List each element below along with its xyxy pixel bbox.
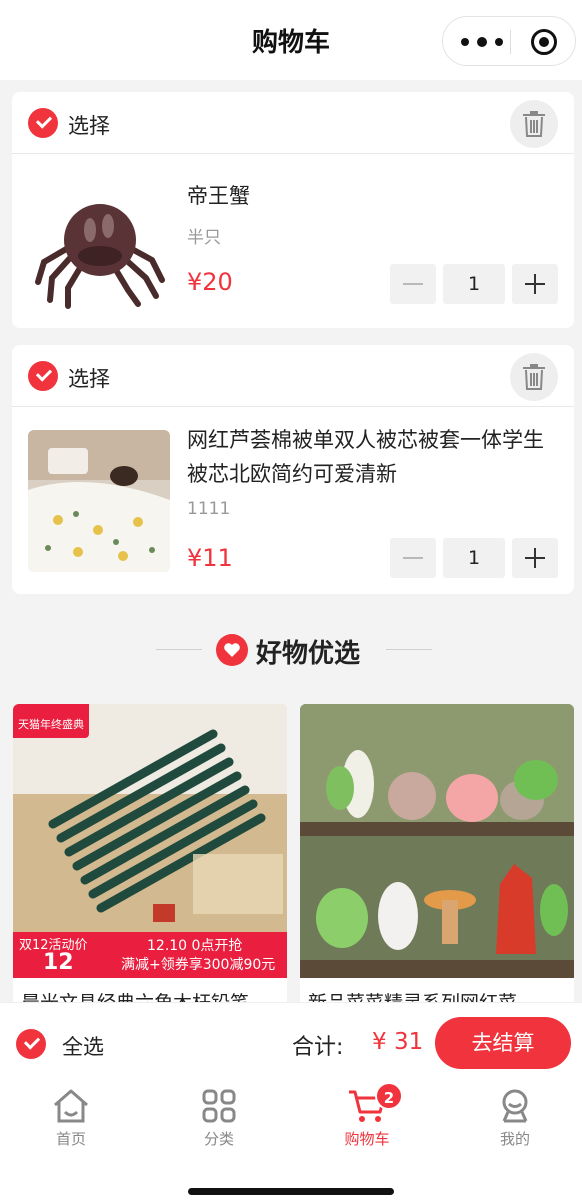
product-name: 帝王蟹 <box>187 184 250 208</box>
promo-price: 12 <box>43 950 74 975</box>
select-checkbox[interactable] <box>28 361 58 391</box>
tab-label: 购物车 <box>344 1130 390 1148</box>
promo-banner: 双12活动价 12 12.10 0点开抢 满减+领券享300减90元 <box>13 932 287 978</box>
quantity-stepper: 1 <box>390 538 558 578</box>
product-image-quilt[interactable] <box>28 430 170 572</box>
total-value: ¥ 31 <box>372 1029 424 1055</box>
capsule-divider <box>510 30 511 54</box>
tab-label: 我的 <box>499 1130 530 1148</box>
quantity-stepper: 1 <box>390 264 558 304</box>
select-label: 选择 <box>68 114 110 138</box>
tab-label: 分类 <box>203 1130 234 1148</box>
product-name: 网红芦荟棉被单双人被芯被套一体学生被芯北欧简约可爱清新 <box>187 428 544 486</box>
tab-category[interactable]: 分类 <box>169 1088 269 1149</box>
delete-button[interactable] <box>510 100 558 148</box>
cart-item: 选择 帝王蟹 半只 ¥20 1 <box>12 92 574 328</box>
delete-button[interactable] <box>510 353 558 401</box>
tab-bar: 首页 分类 2 购物车 我的 <box>0 1082 582 1203</box>
select-all-label[interactable]: 全选 <box>62 1031 104 1061</box>
increase-button[interactable] <box>512 538 558 578</box>
cart-item-header: 选择 <box>12 92 574 154</box>
cart-item-header: 选择 <box>12 345 574 407</box>
increase-button[interactable] <box>512 264 558 304</box>
user-icon <box>502 1089 528 1123</box>
heart-icon <box>216 634 248 666</box>
recommend-section-header: 好物优选 <box>0 630 582 670</box>
product-image-figurines <box>300 704 574 978</box>
tab-profile[interactable]: 我的 <box>465 1088 565 1149</box>
mini-program-capsule <box>442 16 576 66</box>
checkout-bar: 全选 合计: ¥ 31 去结算 <box>0 1002 582 1082</box>
cart-count-badge: 2 <box>375 1082 403 1110</box>
product-spec: 1111 <box>187 499 231 519</box>
divider-line-right <box>386 649 432 650</box>
trash-icon <box>523 111 545 137</box>
decrease-button[interactable] <box>390 264 436 304</box>
product-price: ¥11 <box>187 544 233 572</box>
promo-top-badge: 天猫年终盛典 <box>13 704 89 738</box>
product-spec: 半只 <box>187 228 221 248</box>
quantity-input[interactable]: 1 <box>443 538 505 578</box>
checkout-button[interactable]: 去结算 <box>435 1017 571 1069</box>
select-checkbox[interactable] <box>28 108 58 138</box>
grid-icon <box>202 1089 236 1123</box>
quantity-input[interactable]: 1 <box>443 264 505 304</box>
tab-label: 首页 <box>55 1130 86 1148</box>
nav-header: 购物车 <box>0 0 582 80</box>
select-all-checkbox[interactable] <box>16 1029 46 1059</box>
product-card[interactable]: 新品菜菜精灵系列网红菜 <box>300 704 574 1034</box>
product-price: ¥20 <box>187 268 233 296</box>
product-card[interactable]: 天猫年终盛典 双12活动价 12 12.10 0点开抢 满减+领券享300减90… <box>13 704 287 1034</box>
total-label: 合计: <box>292 1035 344 1060</box>
recommend-title: 好物优选 <box>256 639 361 669</box>
home-indicator <box>188 1188 394 1195</box>
tab-home[interactable]: 首页 <box>21 1088 121 1149</box>
promo-line-1: 12.10 0点开抢 <box>147 938 243 954</box>
trash-icon <box>523 364 545 390</box>
more-menu-icon[interactable] <box>461 34 503 50</box>
decrease-button[interactable] <box>390 538 436 578</box>
cart-item: 选择 网红芦荟棉被单双人被芯被套一体学生被芯北欧简约可爱清新 1111 ¥11 <box>12 345 574 594</box>
tab-cart[interactable]: 2 购物车 <box>317 1082 417 1149</box>
product-image-crab[interactable] <box>28 170 170 312</box>
promo-line-2: 满减+领券享300减90元 <box>121 957 276 973</box>
select-label: 选择 <box>68 367 110 391</box>
divider-line-left <box>156 649 202 650</box>
home-icon <box>54 1089 88 1123</box>
close-miniprogram-icon[interactable] <box>531 29 557 55</box>
